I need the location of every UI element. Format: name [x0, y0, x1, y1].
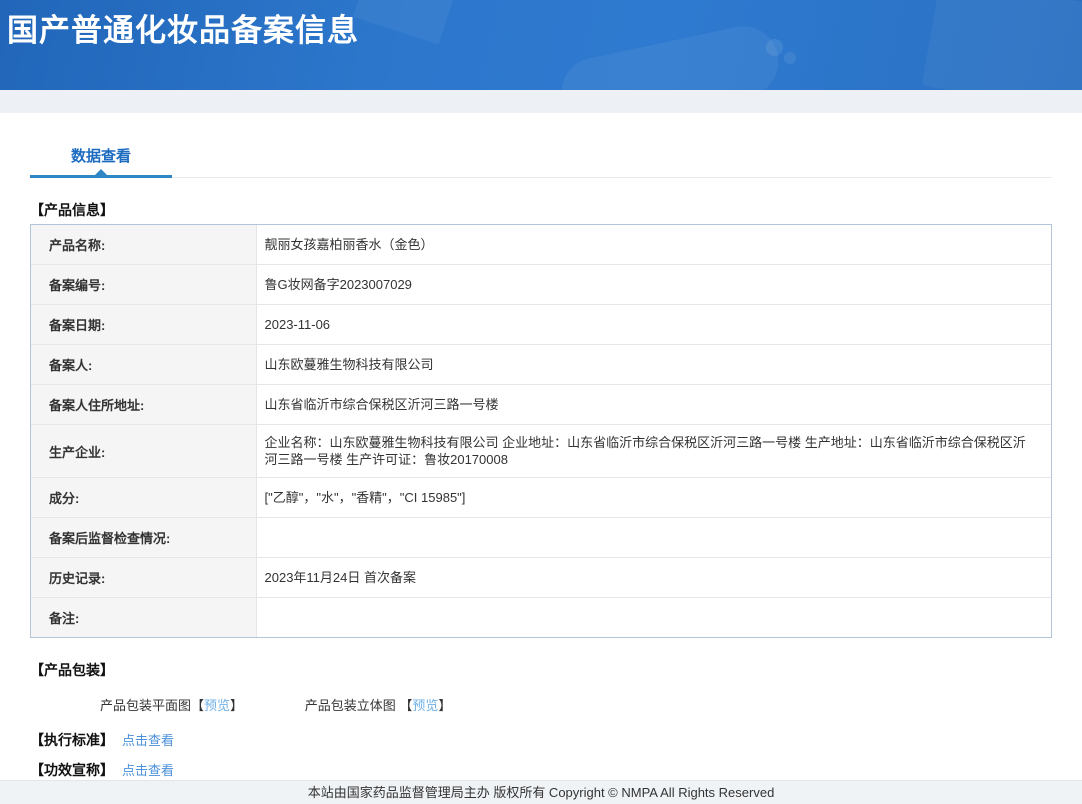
row-value: 山东欧蔓雅生物科技有限公司: [255, 344, 1051, 385]
row-value: 企业名称：山东欧蔓雅生物科技有限公司 企业地址：山东省临沂市综合保税区沂河三路一…: [255, 424, 1051, 478]
packaging-flat-label: 产品包装平面图: [100, 698, 192, 713]
tab-data-view[interactable]: 数据查看: [30, 143, 172, 178]
row-label: 成分:: [31, 477, 256, 518]
packaging-stereo-group: 产品包装立体图 【预览】: [305, 698, 452, 713]
row-value: 鲁G妆网备字2023007029: [255, 264, 1051, 305]
row-label: 备案后监督检查情况:: [31, 517, 256, 558]
row-label: 历史记录:: [31, 557, 256, 598]
claims-view-link[interactable]: 点击查看: [122, 763, 174, 778]
claims-line: 【功效宣称】 点击查看: [30, 760, 1052, 780]
packaging-flat-preview-link[interactable]: 预览: [204, 698, 230, 713]
table-row: 历史记录: 2023年11月24日 首次备案: [31, 557, 1051, 598]
footer-copyright-text: 本站由国家药品监督管理局主办 版权所有 Copyright © NMPA All…: [307, 785, 775, 800]
table-row: 备案后监督检查情况:: [31, 517, 1051, 558]
row-label: 备案人:: [31, 344, 256, 385]
product-info-table: 产品名称: 靓丽女孩嘉柏丽香水（金色） 备案编号: 鲁G妆网备字20230070…: [30, 224, 1052, 638]
product-info-section-label: 【产品信息】: [30, 202, 114, 218]
tab-active-caret-icon: [95, 169, 107, 175]
table-row: 备案人: 山东欧蔓雅生物科技有限公司: [31, 344, 1051, 385]
standards-section-label: 【执行标准】: [30, 732, 114, 748]
table-row: 备注:: [31, 597, 1051, 637]
decoration-shape: [555, 19, 785, 90]
claims-section-label: 【功效宣称】: [30, 762, 114, 778]
decoration-circle: [766, 39, 783, 56]
main-content: 数据查看 【产品信息】 产品名称: 靓丽女孩嘉柏丽香水（金色） 备案编号: 鲁G…: [0, 113, 1082, 780]
packaging-stereo-preview-link[interactable]: 预览: [412, 698, 438, 713]
row-label: 生产企业:: [31, 424, 256, 478]
row-label: 备案人住所地址:: [31, 384, 256, 425]
page: 国产普通化妆品备案信息 数据查看 【产品信息】 产品名称: 靓丽女孩嘉柏丽香水（…: [0, 0, 1082, 804]
packaging-section-label: 【产品包装】: [30, 662, 114, 678]
standards-line: 【执行标准】 点击查看: [30, 730, 1052, 750]
row-label: 备注:: [31, 597, 256, 637]
table-row: 备案编号: 鲁G妆网备字2023007029: [31, 264, 1051, 305]
table-row: 生产企业: 企业名称：山东欧蔓雅生物科技有限公司 企业地址：山东省临沂市综合保税…: [31, 424, 1051, 478]
tab-bar: 数据查看: [30, 143, 1052, 178]
row-value: [255, 517, 1051, 558]
table-row: 备案日期: 2023-11-06: [31, 304, 1051, 345]
decoration-shape: [921, 0, 1082, 90]
tab-data-view-label: 数据查看: [70, 148, 131, 165]
row-value: [255, 597, 1051, 637]
packaging-stereo-label: 产品包装立体图: [304, 698, 400, 713]
decoration-circle: [784, 52, 796, 64]
packaging-preview-line: 产品包装平面图【预览】 产品包装立体图 【预览】: [100, 695, 1052, 714]
row-value: 2023年11月24日 首次备案: [255, 557, 1051, 598]
row-label: 备案日期:: [31, 304, 256, 345]
table-row: 备案人住所地址: 山东省临沂市综合保税区沂河三路一号楼: [31, 384, 1051, 425]
row-value: 靓丽女孩嘉柏丽香水（金色）: [255, 225, 1051, 265]
row-label: 产品名称:: [31, 225, 256, 265]
table-row: 成分: ["乙醇"，"水"，"香精"，"CI 15985"]: [31, 477, 1051, 518]
row-value: 2023-11-06: [255, 304, 1051, 345]
row-value: 山东省临沂市综合保税区沂河三路一号楼: [255, 384, 1051, 425]
bracket-close: 】: [438, 698, 452, 713]
bracket-close: 】: [230, 698, 244, 713]
row-value: ["乙醇"，"水"，"香精"，"CI 15985"]: [255, 477, 1051, 518]
decoration-shape: [352, 0, 458, 45]
packaging-flat-group: 产品包装平面图【预览】: [100, 698, 247, 713]
row-label: 备案编号:: [31, 264, 256, 305]
header-banner: 国产普通化妆品备案信息: [0, 0, 1082, 90]
bracket-open: 【: [191, 698, 205, 713]
table-row: 产品名称: 靓丽女孩嘉柏丽香水（金色）: [31, 225, 1051, 265]
header-subband: [0, 90, 1082, 113]
page-footer: 本站由国家药品监督管理局主办 版权所有 Copyright © NMPA All…: [0, 780, 1082, 804]
bracket-open: 【: [399, 698, 413, 713]
page-title: 国产普通化妆品备案信息: [7, 13, 359, 48]
standards-view-link[interactable]: 点击查看: [122, 733, 174, 748]
